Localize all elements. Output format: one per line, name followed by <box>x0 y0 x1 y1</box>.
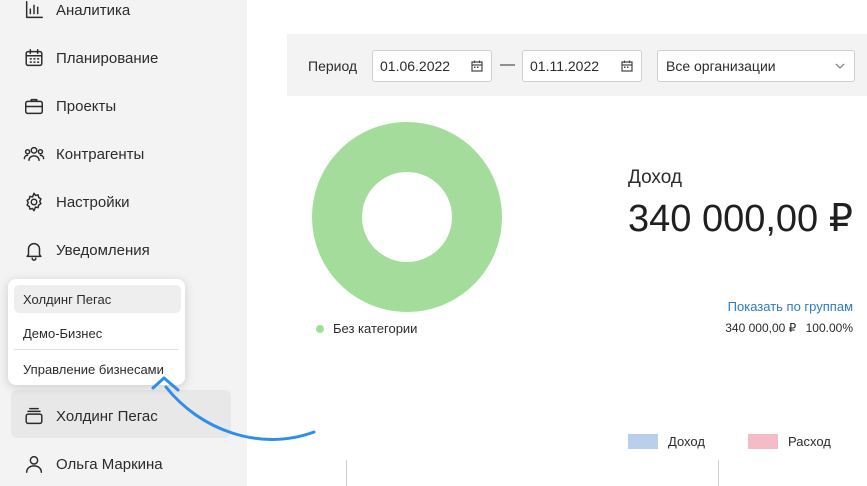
group-percent: 100.00% <box>805 321 853 335</box>
income-total: 340 000,00 ₽ <box>628 198 853 240</box>
income-title: Доход <box>628 167 682 188</box>
date-from-input[interactable]: 01.06.2022 <box>372 50 492 82</box>
calendar-icon <box>621 60 633 72</box>
sidebar-item-contractors[interactable]: Контрагенты <box>22 138 144 170</box>
people-icon <box>22 142 46 166</box>
group-amount: 340 000,00 ₽ <box>725 321 797 335</box>
calendar-icon <box>22 46 46 70</box>
legend-label: Без категории <box>333 321 418 336</box>
briefcase-icon <box>22 94 46 118</box>
sidebar-item-label: Планирование <box>56 49 159 67</box>
sidebar-item-label: Настройки <box>56 193 130 211</box>
sidebar-item-label: Холдинг Пегас <box>56 407 158 425</box>
business-menu: Холдинг Пегас Демо-Бизнес Управление биз… <box>8 279 185 385</box>
legend-expense: Расход <box>748 434 831 449</box>
analytics-icon <box>22 0 46 22</box>
date-to-value: 01.11.2022 <box>530 58 600 74</box>
sidebar-item-notifications[interactable]: Уведомления <box>22 234 150 266</box>
sidebar-item-settings[interactable]: Настройки <box>22 186 130 218</box>
gear-icon <box>22 190 46 214</box>
legend-dot <box>316 324 324 333</box>
sidebar-item-user[interactable]: Ольга Маркина <box>22 448 163 480</box>
business-option[interactable]: Демо-Бизнес <box>14 319 181 347</box>
business-option[interactable]: Холдинг Пегас <box>14 285 181 313</box>
sidebar-item-analytics[interactable]: Аналитика <box>22 0 130 26</box>
sidebar-item-label: Уведомления <box>56 241 150 259</box>
sidebar-item-label: Аналитика <box>56 1 131 19</box>
chart-axis-left <box>346 460 347 486</box>
chevron-down-icon <box>835 63 845 69</box>
manage-businesses-item[interactable]: Управление бизнесами <box>14 355 181 383</box>
sidebar-item-business[interactable]: Холдинг Пегас <box>22 400 158 432</box>
pie-legend-item: Без категории <box>316 321 417 336</box>
sidebar-item-label: Контрагенты <box>56 145 145 163</box>
sidebar-item-planning[interactable]: Планирование <box>22 42 158 74</box>
date-from-value: 01.06.2022 <box>380 58 451 74</box>
sidebar-item-label: Проекты <box>56 97 117 115</box>
user-icon <box>22 452 46 476</box>
sidebar-item-projects[interactable]: Проекты <box>22 90 116 122</box>
sidebar-item-label: Ольга Маркина <box>56 455 163 473</box>
legend-expense-label: Расход <box>788 434 831 449</box>
filter-bar: Период 01.06.2022 — 01.11.2022 Все орган… <box>287 34 867 96</box>
donut-slice[interactable] <box>312 122 502 312</box>
legend-income-label: Доход <box>668 434 705 449</box>
income-swatch <box>628 434 658 449</box>
date-to-input[interactable]: 01.11.2022 <box>522 50 642 82</box>
organization-select[interactable]: Все организации <box>657 50 855 82</box>
show-by-groups-link[interactable]: Показать по группам <box>728 299 853 314</box>
group-summary: 340 000,00 ₽ 100.00% <box>725 321 853 335</box>
period-label: Период <box>308 58 358 74</box>
date-range-dash: — <box>500 56 515 73</box>
stack-icon <box>22 404 46 428</box>
income-donut-chart <box>312 122 502 312</box>
bell-icon <box>22 238 46 262</box>
menu-divider <box>14 349 179 350</box>
chart-axis-right <box>718 460 719 486</box>
legend-income: Доход <box>628 434 705 449</box>
sidebar: Аналитика Планирование Проекты Контраген… <box>0 0 247 486</box>
calendar-icon <box>471 60 483 72</box>
expense-swatch <box>748 434 778 449</box>
organization-value: Все организации <box>666 58 776 74</box>
